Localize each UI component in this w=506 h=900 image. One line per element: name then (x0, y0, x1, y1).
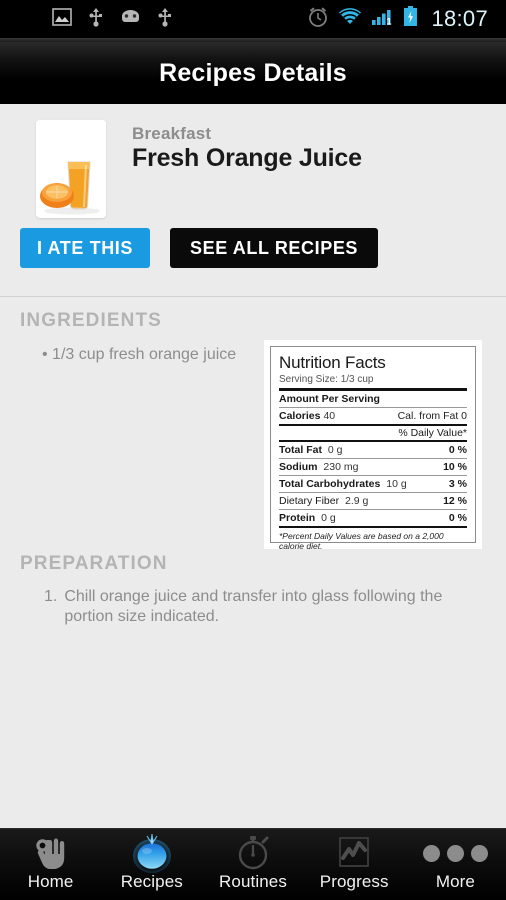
tab-label: Recipes (120, 872, 183, 891)
nutrition-rows: Total Fat 0 g 0 % Sodium 230 mg 10 % Total C… (279, 442, 467, 526)
status-bar-right-icons: 1 18:07 (307, 6, 496, 33)
i-ate-this-button[interactable]: I ATE THIS (20, 228, 150, 268)
dot (470, 844, 488, 862)
svg-text:1: 1 (387, 17, 392, 27)
page-title: Recipes Details (159, 58, 347, 87)
nutrition-row: Total Fat 0 g 0 % (279, 442, 467, 458)
ok-hand-icon (31, 833, 71, 873)
alarm-icon (307, 6, 329, 33)
nutrition-footnote: *Percent Daily Values are based on a 2,0… (279, 531, 444, 551)
nutrient-amount: 0 g (324, 444, 343, 456)
nutrient-amount: 230 mg (320, 461, 359, 473)
ellipsis-icon (422, 833, 488, 873)
nutrition-title: Nutrition Facts (279, 353, 386, 372)
title-bar: Recipes Details (0, 42, 506, 104)
tab-more[interactable]: More (405, 829, 506, 900)
nutrient-label: Dietary Fiber (279, 495, 340, 507)
nutrient-amount: 2.9 g (342, 495, 369, 507)
dot (446, 844, 464, 862)
usb-icon (89, 7, 103, 32)
bullet-icon: • (42, 346, 53, 363)
ingredient-text: 1/3 cup fresh orange juice (52, 346, 237, 363)
nutrient-label: Protein (279, 512, 316, 524)
tab-progress[interactable]: Progress (304, 829, 405, 900)
calories-label: Calories (279, 410, 321, 422)
tab-label: More (435, 872, 475, 891)
recipe-header: Breakfast Fresh Orange Juice I ATE THIS … (0, 104, 506, 296)
nutrition-facts-panel: Nutrition Facts Serving Size: 1/3 cup Am… (264, 340, 482, 551)
see-all-recipes-button[interactable]: SEE ALL RECIPES (170, 228, 379, 268)
tab-recipes[interactable]: Recipes (101, 829, 202, 900)
stopwatch-icon (234, 833, 272, 873)
step-text: Chill orange juice and transfer into gla… (64, 588, 443, 625)
nutrient-daily-value: 3 % (448, 478, 467, 490)
nutrient-daily-value: 12 % (443, 495, 467, 507)
nutrition-amount-per-serving-row: Amount Per Serving (279, 391, 467, 407)
nutrition-row: Sodium 230 mg 10 % (279, 459, 467, 475)
wifi-icon (338, 7, 362, 31)
nutrition-serving-size: Serving Size: 1/3 cup (279, 374, 374, 385)
tab-label: Home (27, 872, 74, 891)
ingredients-list: • 1/3 cup fresh orange juice (42, 344, 252, 365)
step-number: 1. (44, 588, 58, 605)
tab-home[interactable]: Home (0, 829, 101, 900)
nutrient-amount: 10 g (383, 478, 407, 490)
ingredients-heading: INGREDIENTS (20, 310, 162, 331)
tomato-icon (130, 833, 174, 873)
dot (422, 844, 440, 862)
status-bar-left-icons (10, 7, 172, 32)
recipe-action-buttons: I ATE THIS SEE ALL RECIPES (20, 228, 379, 268)
tab-routines[interactable]: Routines (202, 829, 303, 900)
status-bar: 1 18:07 (0, 0, 506, 38)
app-root: 1 18:07 Recipes Details Breakfast Fresh … (0, 0, 506, 900)
daily-value-header: % Daily Value* (398, 427, 467, 439)
battery-charging-icon (403, 6, 418, 32)
nutrition-row: Dietary Fiber 2.9 g 12 % (279, 493, 467, 509)
nutrient-daily-value: 0 % (448, 444, 467, 456)
status-bar-clock: 18:07 (431, 6, 488, 31)
header-divider (0, 296, 506, 297)
list-item: 1. Chill orange juice and transfer into … (44, 587, 454, 627)
signal-icon: 1 (371, 7, 394, 31)
nutrient-amount: 0 g (318, 512, 336, 524)
nutrition-facts-box: Nutrition Facts Serving Size: 1/3 cup Am… (270, 346, 476, 551)
nutrition-row: Total Carbohydrates 10 g 3 % (279, 476, 467, 492)
nutrition-row: Protein 0 g 0 % (279, 510, 467, 526)
image-icon (52, 7, 72, 31)
bottom-tab-bar: Home Recipes Routines Progress More (0, 828, 506, 900)
tab-label: Routines (219, 872, 287, 891)
nutrient-daily-value: 10 % (443, 461, 467, 473)
recipe-meal-type: Breakfast (132, 124, 212, 143)
usb-icon (158, 7, 172, 32)
calories-value: 40 (323, 410, 336, 422)
nutrient-daily-value: 0 % (448, 512, 467, 524)
list-item: • 1/3 cup fresh orange juice (42, 344, 252, 365)
recipe-name: Fresh Orange Juice (132, 144, 362, 172)
nutrition-calories-row: Calories 40 Cal. from Fat 0 (279, 408, 467, 424)
nutrient-label: Sodium (279, 461, 318, 473)
android-icon (120, 9, 141, 29)
amount-per-serving-label: Amount Per Serving (279, 393, 380, 405)
nutrient-label: Total Carbohydrates (279, 478, 381, 490)
preparation-list: 1. Chill orange juice and transfer into … (44, 587, 454, 627)
nutrient-label: Total Fat (279, 444, 322, 456)
preparation-heading: PREPARATION (20, 553, 168, 574)
recipe-thumbnail[interactable] (36, 120, 106, 218)
cal-from-fat: Cal. from Fat 0 (397, 410, 467, 422)
tab-label: Progress (319, 872, 389, 891)
chart-icon (334, 833, 374, 873)
